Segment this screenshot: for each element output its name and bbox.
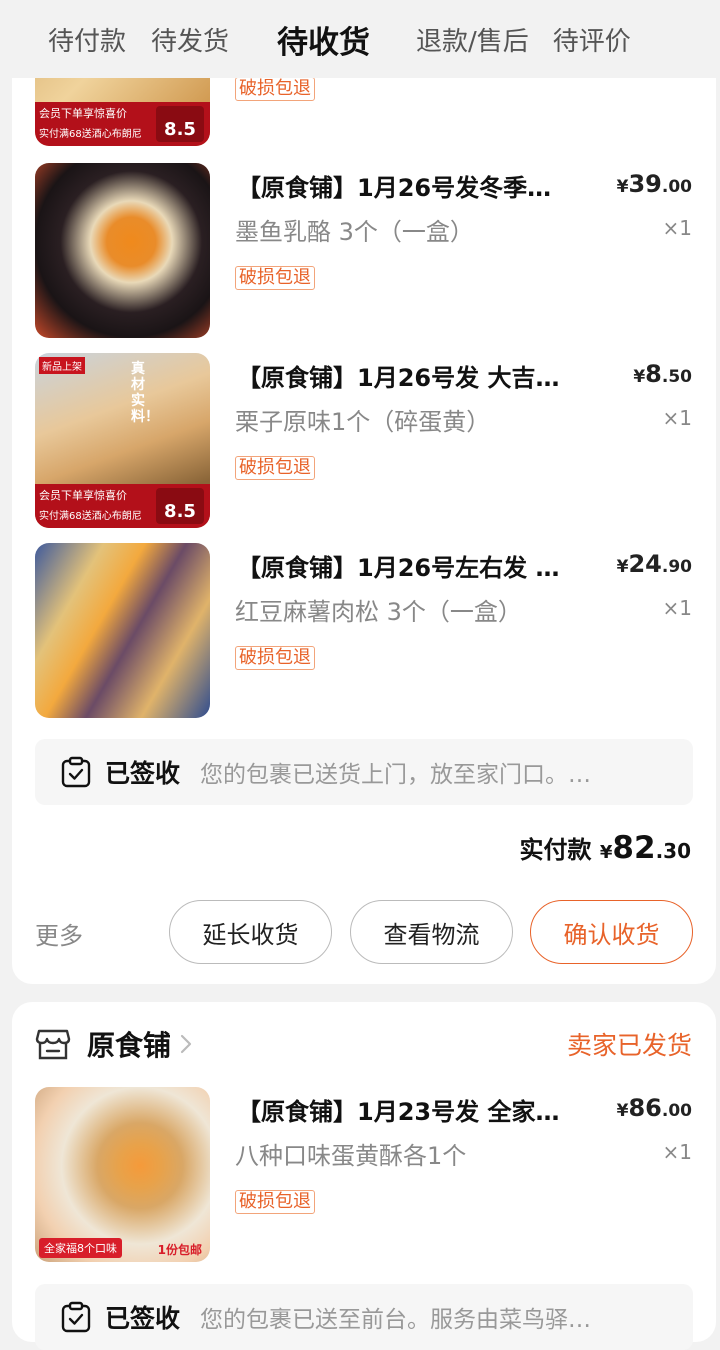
promo-label: 全家福8个口味 xyxy=(39,1238,122,1258)
price-integer: 39 xyxy=(628,170,662,198)
order-status-tabs: 待付款 待发货 待收货 退款/售后 待评价 xyxy=(0,0,720,78)
delivery-status-label: 已签收 xyxy=(105,759,181,788)
promo-shipping-label: 1份包邮 xyxy=(157,1243,202,1257)
clipboard-check-icon xyxy=(61,1301,91,1333)
product-quantity: ×1 xyxy=(662,1140,692,1164)
shop-name[interactable]: 原食铺 xyxy=(87,1024,171,1064)
price-badge: 8.5 xyxy=(156,106,204,142)
product-quantity: ×1 xyxy=(662,596,692,620)
currency-symbol: ¥ xyxy=(616,557,629,577)
order-card[interactable]: 会员下单享惊喜价 实付满68送酒心布朗尼 8.5 破损包退 【原食铺】1月26号… xyxy=(12,0,716,984)
damage-refund-tag: 破损包退 xyxy=(235,1190,315,1214)
currency-symbol: ¥ xyxy=(616,1101,629,1121)
promo-ribbon-text: 会员下单享惊喜价 xyxy=(39,107,127,120)
tab-refund-after-sale[interactable]: 退款/售后 xyxy=(392,21,529,58)
damage-refund-tag: 破损包退 xyxy=(235,266,315,290)
damage-refund-tag: 破损包退 xyxy=(235,456,315,480)
delivery-status-desc: 您的包裹已送至前台。服务由菜鸟驿… xyxy=(200,1307,592,1333)
product-price: ¥24.90 xyxy=(617,550,692,578)
promo-ribbon: 会员下单享惊喜价 实付满68送酒心布朗尼 8.5 xyxy=(35,102,210,146)
price-decimal: .00 xyxy=(661,1101,692,1121)
shop-header[interactable]: 原食铺 xyxy=(35,1024,193,1064)
confirm-receipt-button[interactable]: 确认收货 xyxy=(530,900,693,964)
product-price: ¥8.50 xyxy=(633,360,692,388)
extend-receipt-button[interactable]: 延长收货 xyxy=(169,900,332,964)
product-thumbnail[interactable] xyxy=(35,163,210,338)
price-integer: 24 xyxy=(628,550,662,578)
delivery-status-row[interactable]: 已签收 您的包裹已送货上门，放至家门口。… xyxy=(35,739,693,805)
currency-symbol: ¥ xyxy=(599,842,613,863)
price-integer: 8 xyxy=(645,360,662,388)
tab-pending-shipment[interactable]: 待发货 xyxy=(126,21,229,58)
product-title[interactable]: 【原食铺】1月26号左右发 … xyxy=(237,548,592,583)
product-title[interactable]: 【原食铺】1月26号发冬季… xyxy=(237,168,592,203)
price-badge-value: 8.5 xyxy=(164,501,196,522)
promo-ribbon: 会员下单享惊喜价 实付满68送酒心布朗尼 8.5 xyxy=(35,484,210,528)
view-logistics-button[interactable]: 查看物流 xyxy=(350,900,513,964)
tab-pending-receipt[interactable]: 待收货 xyxy=(229,17,392,62)
total-integer: 82 xyxy=(612,830,656,866)
damage-refund-tag: 破损包退 xyxy=(235,77,315,101)
product-price: ¥86.00 xyxy=(617,1094,692,1122)
clipboard-check-icon xyxy=(61,756,91,788)
promo-side-text: 真材实料！ xyxy=(131,361,159,425)
product-quantity: ×1 xyxy=(662,216,692,240)
product-thumbnail[interactable] xyxy=(35,543,210,718)
chevron-right-icon xyxy=(180,1034,192,1054)
order-card[interactable]: 原食铺 卖家已发货 全家福8个口味 1份包邮 【原食铺】1月23号发 全家… ¥… xyxy=(12,1002,716,1350)
total-label: 实付款 xyxy=(519,836,592,864)
product-price: ¥39.00 xyxy=(617,170,692,198)
product-thumbnail[interactable]: 全家福8个口味 1份包邮 xyxy=(35,1087,210,1262)
currency-symbol: ¥ xyxy=(633,367,646,387)
order-status-text: 卖家已发货 xyxy=(566,1031,692,1060)
price-decimal: .90 xyxy=(661,557,692,577)
delivery-status-desc: 您的包裹已送货上门，放至家门口。… xyxy=(200,762,592,788)
total-decimal: .30 xyxy=(655,839,691,863)
product-title[interactable]: 【原食铺】1月26号发 大吉… xyxy=(237,358,592,393)
product-sku: 红豆麻薯肉松 3个（一盒） xyxy=(235,598,522,626)
price-decimal: .50 xyxy=(661,367,692,387)
product-sku: 栗子原味1个（碎蛋黄） xyxy=(235,408,491,436)
promo-ribbon-text: 会员下单享惊喜价 xyxy=(39,489,127,502)
more-button[interactable]: 更多 xyxy=(35,916,83,951)
delivery-status-label: 已签收 xyxy=(105,1304,181,1333)
tab-pending-review[interactable]: 待评价 xyxy=(529,21,631,58)
tab-pending-payment[interactable]: 待付款 xyxy=(0,21,126,58)
order-total: 实付款 ¥82.30 xyxy=(520,830,691,866)
price-badge: 8.5 xyxy=(156,488,204,524)
price-badge-value: 8.5 xyxy=(164,119,196,140)
store-icon xyxy=(35,1029,71,1060)
price-decimal: .00 xyxy=(661,177,692,197)
product-sku: 八种口味蛋黄酥各1个 xyxy=(235,1142,467,1170)
damage-refund-tag: 破损包退 xyxy=(235,646,315,670)
product-quantity: ×1 xyxy=(662,406,692,430)
product-sku: 墨鱼乳酪 3个（一盒） xyxy=(235,218,474,246)
delivery-status-row[interactable]: 已签收 您的包裹已送至前台。服务由菜鸟驿… xyxy=(35,1284,693,1350)
new-product-label: 新品上架 xyxy=(39,357,85,374)
currency-symbol: ¥ xyxy=(616,177,629,197)
product-thumbnail[interactable]: 新品上架 真材实料！ 会员下单享惊喜价 实付满68送酒心布朗尼 8.5 xyxy=(35,353,210,528)
price-integer: 86 xyxy=(628,1094,662,1122)
product-title[interactable]: 【原食铺】1月23号发 全家… xyxy=(237,1092,592,1127)
